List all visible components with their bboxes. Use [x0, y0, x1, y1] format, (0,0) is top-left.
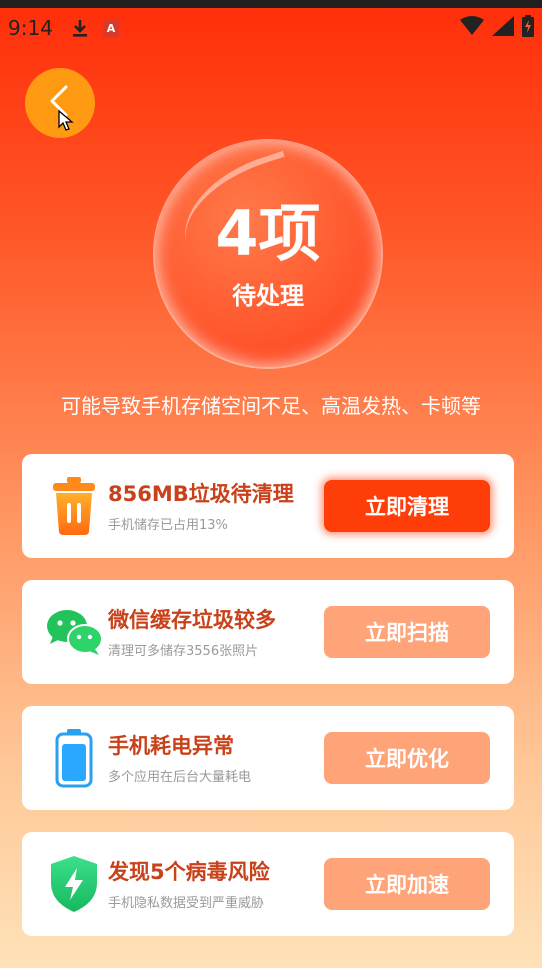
warning-subtitle: 可能导致手机存储空间不足、高温发热、卡顿等	[61, 394, 481, 418]
app-screen: 9:14 A 4项 待处理 可能导致手机存储空间不足、高温发热、卡顿等 856M…	[0, 8, 542, 968]
item-description: 清理可多储存3556张照片	[108, 644, 259, 659]
wechat-icon	[44, 600, 104, 664]
item-title: 手机耗电异常	[108, 734, 234, 758]
battery-icon	[44, 726, 104, 790]
item-description: 手机隐私数据受到严重威胁	[108, 896, 265, 911]
list-item-battery: 手机耗电异常 多个应用在后台大量耗电 立即优化	[22, 706, 514, 810]
mouse-cursor-icon	[58, 109, 74, 136]
status-time: 9:14	[8, 16, 53, 40]
item-description: 手机储存已占用13%	[108, 518, 228, 533]
trash-icon	[44, 474, 104, 538]
list-item-wechat: 微信缓存垃圾较多 清理可多储存3556张照片 立即扫描	[22, 580, 514, 684]
battery-icon	[522, 14, 534, 42]
item-title: 856MB垃圾待清理	[108, 482, 294, 506]
item-description: 多个应用在后台大量耗电	[108, 770, 252, 785]
item-title: 发现5个病毒风险	[108, 860, 270, 884]
svg-text:A: A	[107, 22, 116, 35]
wifi-icon	[460, 15, 484, 41]
scan-now-button[interactable]: 立即扫描	[324, 606, 490, 658]
pending-count: 4项	[215, 197, 321, 270]
pending-label: 待处理	[232, 282, 304, 310]
app-notification-icon: A	[102, 19, 119, 37]
list-item-virus: 发现5个病毒风险 手机隐私数据受到严重威胁 立即加速	[22, 832, 514, 936]
list-item-junk: 856MB垃圾待清理 手机储存已占用13% 立即清理	[22, 454, 514, 558]
status-bar: 9:14 A	[0, 8, 542, 48]
speed-up-button[interactable]: 立即加速	[324, 858, 490, 910]
optimize-now-button[interactable]: 立即优化	[324, 732, 490, 784]
item-title: 微信缓存垃圾较多	[108, 608, 276, 632]
download-icon	[71, 18, 89, 38]
shield-bolt-icon	[44, 852, 104, 916]
clean-now-button[interactable]: 立即清理	[324, 480, 490, 532]
signal-icon	[492, 15, 514, 41]
